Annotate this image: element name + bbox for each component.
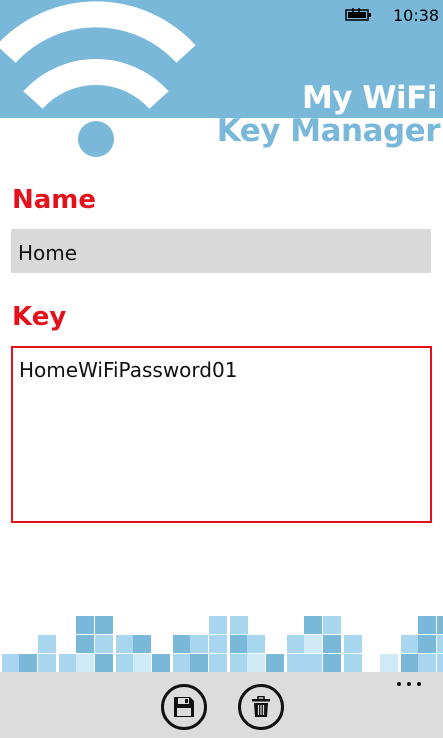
mosaic-tile: [133, 654, 151, 672]
mosaic-tile: [190, 635, 208, 653]
mosaic-tile: [76, 616, 94, 634]
mosaic-tile: [190, 654, 208, 672]
mosaic-tile: [437, 616, 443, 634]
mosaic-tile: [304, 654, 322, 672]
battery-charging-icon: [345, 8, 371, 21]
name-input[interactable]: [11, 229, 431, 273]
app-bar: [0, 672, 443, 738]
clock: 10:38: [393, 6, 440, 25]
mosaic-tile: [304, 616, 322, 634]
mosaic-tile: [173, 635, 191, 653]
mosaic-tile: [19, 654, 37, 672]
mosaic-tile: [38, 635, 56, 653]
mosaic-tile: [230, 635, 248, 653]
trash-icon: [252, 696, 270, 717]
delete-button[interactable]: [238, 684, 284, 730]
mosaic-tile: [247, 635, 265, 653]
mosaic-tile: [247, 654, 265, 672]
status-bar: 10:38: [0, 0, 443, 32]
save-button[interactable]: [161, 684, 207, 730]
mosaic-tile: [380, 654, 398, 672]
mosaic-tile: [59, 654, 77, 672]
mosaic-tile: [344, 654, 362, 672]
mosaic-tile: [116, 654, 134, 672]
mosaic-tile: [304, 635, 322, 653]
mosaic-tile: [95, 654, 113, 672]
mosaic-tile: [38, 654, 56, 672]
mosaic-tile: [209, 635, 227, 653]
mosaic-tile: [230, 616, 248, 634]
mosaic-tile: [401, 635, 419, 653]
mosaic-tile: [173, 654, 191, 672]
mosaic-tile: [2, 654, 20, 672]
mosaic-tile: [437, 654, 443, 672]
mosaic-tile: [323, 616, 341, 634]
mosaic-tile: [76, 654, 94, 672]
decorative-mosaic: [0, 612, 443, 674]
name-label: Name: [12, 185, 97, 215]
key-label: Key: [12, 302, 67, 332]
mosaic-tile: [95, 616, 113, 634]
mosaic-tile: [287, 635, 305, 653]
mosaic-tile: [323, 654, 341, 672]
mosaic-tile: [209, 654, 227, 672]
mosaic-tile: [323, 635, 341, 653]
mosaic-tile: [76, 635, 94, 653]
app-title-line2: Key Manager: [216, 113, 441, 149]
mosaic-tile: [95, 635, 113, 653]
key-input[interactable]: HomeWiFiPassword01: [11, 346, 432, 523]
mosaic-tile: [401, 654, 419, 672]
ellipsis-icon[interactable]: [394, 676, 424, 692]
app-title-line1: My WiFi: [302, 80, 437, 116]
mosaic-tile: [418, 616, 436, 634]
mosaic-tile: [287, 654, 305, 672]
mosaic-tile: [344, 635, 362, 653]
mosaic-tile: [209, 616, 227, 634]
mosaic-tile: [418, 654, 436, 672]
mosaic-tile: [133, 635, 151, 653]
mosaic-tile: [116, 635, 134, 653]
mosaic-tile: [437, 635, 443, 653]
mosaic-tile: [418, 635, 436, 653]
floppy-disk-icon: [174, 697, 194, 717]
mosaic-tile: [152, 654, 170, 672]
wifi-dot-icon: [78, 121, 114, 157]
mosaic-tile: [266, 654, 284, 672]
mosaic-tile: [230, 654, 248, 672]
